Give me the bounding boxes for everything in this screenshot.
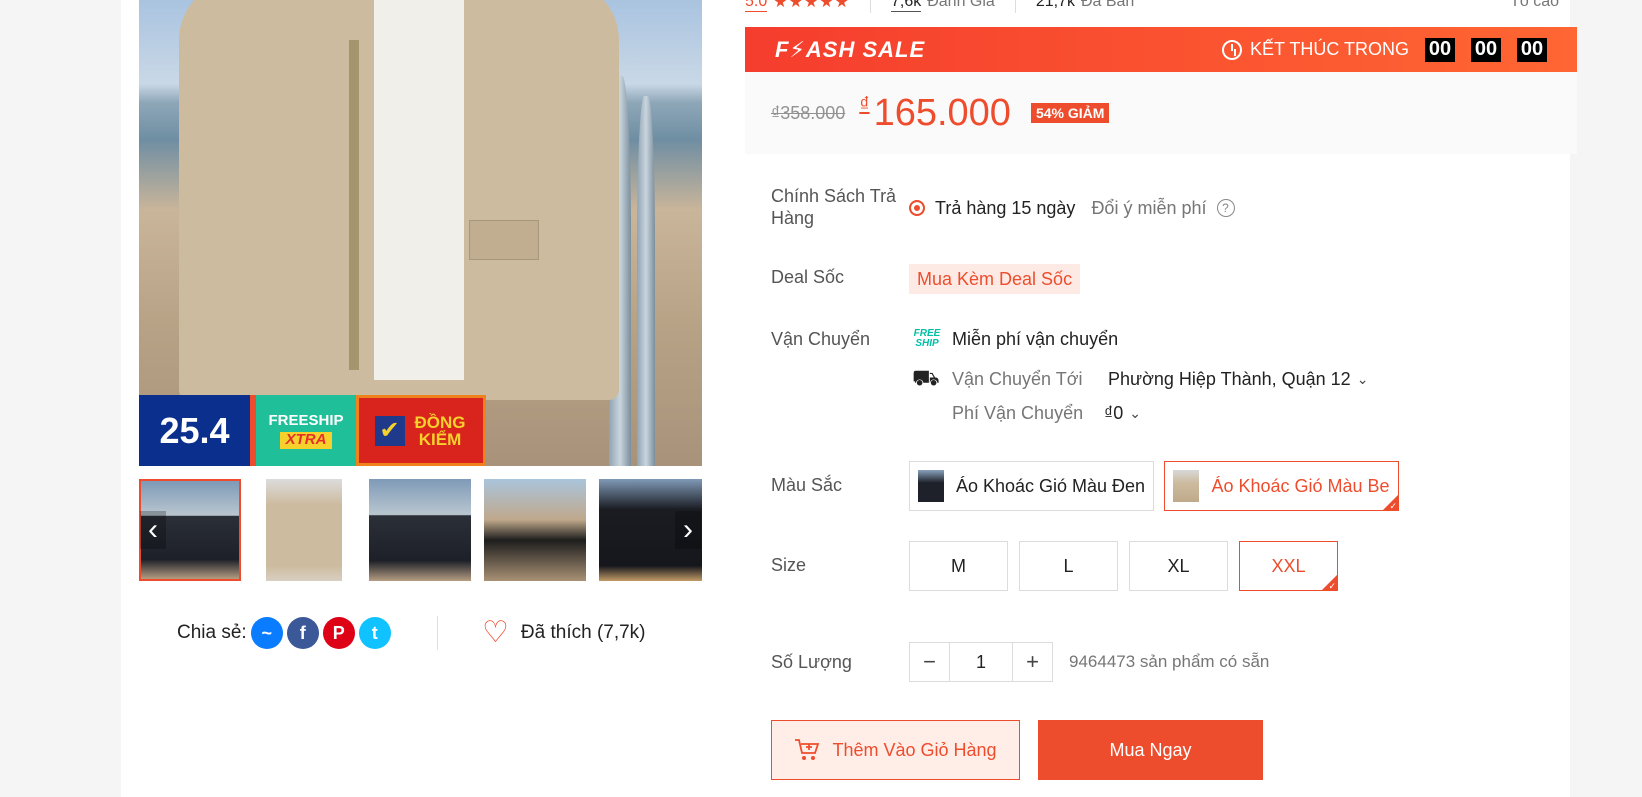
color-label: Màu Sắc bbox=[771, 475, 843, 495]
deal-label: Deal Sốc bbox=[771, 267, 845, 287]
quantity-label: Số Lượng bbox=[771, 652, 852, 672]
return-icon bbox=[909, 200, 925, 216]
clock-icon bbox=[1221, 39, 1242, 60]
pinterest-icon[interactable]: P bbox=[322, 617, 355, 649]
size-option-xl[interactable]: XL bbox=[1129, 541, 1228, 591]
check-icon: ✔ bbox=[374, 415, 405, 446]
return-policy-note: Đổi ý miễn phí bbox=[1091, 197, 1207, 218]
currency-symbol: ₫ bbox=[859, 93, 870, 116]
ship-fee-value[interactable]: ₫0 bbox=[1104, 403, 1123, 424]
share-bar: Chia sẻ: ~ f P t bbox=[177, 617, 391, 649]
timer-minutes: 00 bbox=[1471, 37, 1501, 62]
like-button[interactable]: ♡ Đã thích (7,7k) bbox=[482, 617, 646, 649]
badge-date: 25.4 bbox=[139, 395, 256, 466]
badge-dong-kiem: ✔ ĐỒNG KIỂM bbox=[356, 395, 486, 466]
return-policy-value: Trả hàng 15 ngày bbox=[935, 197, 1076, 218]
badge-xtra-text: XTRA bbox=[279, 431, 333, 449]
current-price: ₫ 165.000 bbox=[859, 92, 1011, 135]
badge-dongkiem-text: ĐỒNG KIỂM bbox=[414, 412, 466, 449]
selected-check-icon: ✓ bbox=[1328, 581, 1336, 591]
add-to-cart-label: Thêm Vào Giỏ Hàng bbox=[832, 739, 997, 760]
decrease-button[interactable]: − bbox=[910, 643, 949, 681]
timer-hours: 00 bbox=[1425, 37, 1455, 62]
quantity-input[interactable]: 1 bbox=[949, 643, 1013, 681]
size-option-m[interactable]: M bbox=[909, 541, 1008, 591]
quantity-stepper: − 1 + bbox=[909, 642, 1053, 682]
add-to-cart-button[interactable]: Thêm Vào Giỏ Hàng bbox=[771, 720, 1020, 780]
freeship-row: FREE SHIP Miễn phí vận chuyển bbox=[912, 326, 1118, 352]
share-divider bbox=[437, 616, 438, 650]
ship-to-value[interactable]: Phường Hiệp Thành, Quận 12 bbox=[1108, 369, 1351, 390]
sold-label: Đã Bán bbox=[1080, 0, 1135, 10]
thumbnail-strip bbox=[139, 479, 702, 581]
price-box: ₫358.000 ₫ 165.000 54% GIẢM bbox=[745, 72, 1577, 154]
size-label: Size bbox=[771, 555, 807, 575]
twitter-icon[interactable]: t bbox=[358, 617, 391, 649]
buy-now-button[interactable]: Mua Ngay bbox=[1038, 720, 1263, 780]
pocket-image bbox=[469, 220, 539, 260]
color-option-label: Áo Khoác Gió Màu Be bbox=[1211, 475, 1390, 496]
discount-badge: 54% GIẢM bbox=[1030, 103, 1110, 123]
sold-count: 21,7k bbox=[1035, 0, 1075, 10]
cart-icon bbox=[795, 739, 820, 760]
chevron-down-icon[interactable]: ⌄ bbox=[1357, 371, 1369, 388]
divider bbox=[869, 0, 871, 13]
flash-sale-bar: F⚡ASH SALE KẾT THÚC TRONG 00 00 00 bbox=[745, 27, 1577, 72]
rating-value[interactable]: 5.0 bbox=[745, 0, 768, 12]
rating-bar: 5.0 ★★★★★ 7,6k Đánh Giá 21,7k Đã Bán Tố … bbox=[745, 0, 1569, 13]
facebook-icon[interactable]: f bbox=[286, 617, 319, 649]
ship-to-row: ⛟ Vận Chuyển Tới Phường Hiệp Thành, Quận… bbox=[912, 364, 1369, 392]
report-link[interactable]: Tố cáo bbox=[1510, 0, 1559, 11]
ship-fee-label: Phí Vận Chuyển bbox=[952, 402, 1084, 423]
timer-seconds: 00 bbox=[1517, 37, 1547, 62]
flash-sale-timer: KẾT THÚC TRONG 00 00 00 bbox=[1221, 37, 1547, 62]
ship-fee-row: Phí Vận Chuyển ₫0 ⌄ bbox=[952, 400, 1141, 426]
badge-freeship-text: FREESHIP bbox=[268, 411, 344, 429]
product-main-image[interactable]: 25.4 FREESHIP XTRA ✔ ĐỒNG KIỂM bbox=[139, 0, 702, 466]
color-swatch bbox=[1173, 470, 1200, 502]
chevron-down-icon[interactable]: ⌄ bbox=[1129, 405, 1141, 422]
thumbnail-prev-icon[interactable]: ‹ bbox=[140, 511, 166, 549]
freeship-icon: FREE SHIP bbox=[913, 328, 941, 349]
help-icon[interactable]: ? bbox=[1216, 199, 1235, 217]
freeship-text: Miễn phí vận chuyển bbox=[952, 328, 1119, 349]
thumbnail-next-icon[interactable]: › bbox=[675, 511, 701, 549]
share-label: Chia sẻ: bbox=[177, 622, 247, 643]
liked-count: Đã thích (7,7k) bbox=[520, 622, 646, 643]
zipper-image bbox=[349, 40, 359, 370]
return-policy-row: Trả hàng 15 ngày Đổi ý miễn phí ? bbox=[909, 196, 1235, 220]
original-price: ₫358.000 bbox=[771, 102, 846, 123]
ship-to-label: Vận Chuyển Tới bbox=[952, 368, 1083, 389]
size-option-xxl[interactable]: XXL ✓ bbox=[1239, 541, 1338, 591]
color-option-label: Áo Khoác Gió Màu Đen bbox=[955, 475, 1146, 496]
heart-icon: ♡ bbox=[482, 616, 509, 649]
truck-icon: ⛟ bbox=[912, 364, 940, 390]
deal-button[interactable]: Mua Kèm Deal Sốc bbox=[909, 264, 1081, 294]
color-option-beige[interactable]: Áo Khoác Gió Màu Be ✓ bbox=[1164, 461, 1399, 511]
color-option-black[interactable]: Áo Khoác Gió Màu Đen bbox=[909, 461, 1154, 511]
star-icons: ★★★★★ bbox=[773, 0, 850, 11]
flash-sale-logo: F⚡ASH SALE bbox=[775, 36, 926, 62]
color-swatch bbox=[917, 470, 944, 502]
shipping-label: Vận Chuyển bbox=[771, 329, 871, 349]
divider bbox=[1014, 0, 1016, 13]
thumbnail-item[interactable] bbox=[266, 479, 342, 581]
flash-sale-ends-label: KẾT THÚC TRONG bbox=[1249, 39, 1409, 59]
size-option-l[interactable]: L bbox=[1019, 541, 1118, 591]
thumbnail-item[interactable] bbox=[484, 479, 586, 581]
current-price-value: 165.000 bbox=[873, 91, 1011, 134]
return-policy-label: Chính Sách Trả Hàng bbox=[771, 186, 897, 228]
size-option-label: XXL bbox=[1271, 555, 1306, 576]
stock-count: 9464473 sản phẩm có sẵn bbox=[1069, 652, 1270, 671]
reviews-count[interactable]: 7,6k bbox=[890, 0, 922, 12]
increase-button[interactable]: + bbox=[1013, 643, 1052, 681]
messenger-icon[interactable]: ~ bbox=[250, 617, 283, 649]
thumbnail-item[interactable] bbox=[369, 479, 471, 581]
badge-freeship-xtra: FREESHIP XTRA bbox=[256, 395, 356, 466]
promo-badges: 25.4 FREESHIP XTRA ✔ ĐỒNG KIỂM bbox=[139, 395, 702, 466]
reviews-label: Đánh Giá bbox=[927, 0, 995, 10]
shirt-image bbox=[374, 0, 464, 380]
selected-check-icon: ✓ bbox=[1389, 501, 1397, 511]
